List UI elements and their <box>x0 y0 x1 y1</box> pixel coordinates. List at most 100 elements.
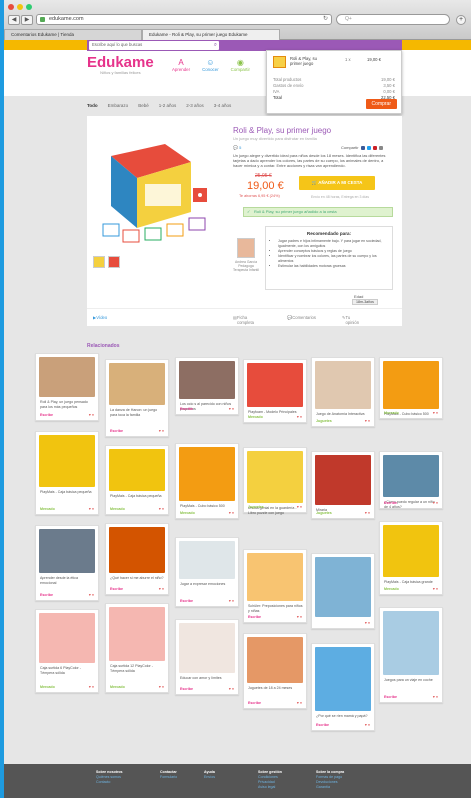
related-card[interactable]: Caja surtida 6 PlayColor - Témpera sólid… <box>35 609 99 693</box>
menu-compartir[interactable]: ◉ Compartir <box>231 58 250 72</box>
related-card-category[interactable]: Mercado <box>110 507 125 511</box>
related-card-category[interactable]: Escribe <box>248 701 261 705</box>
like-icon[interactable]: ♥ ● <box>159 429 164 433</box>
related-card[interactable]: Juguetes de 18 a 24 meses Escribe ♥ ● <box>243 633 307 709</box>
like-icon[interactable]: ♥ ● <box>89 413 94 417</box>
minimize-window-button[interactable] <box>17 4 23 10</box>
like-icon[interactable]: ♥ ● <box>89 593 94 597</box>
footer-link[interactable]: Envíos <box>204 775 215 780</box>
site-search-input[interactable]: Escribe aquí lo que buscas ⌕ <box>89 41 219 50</box>
related-card[interactable]: Un día genial en la guardería - Libro pu… <box>243 447 307 515</box>
related-card[interactable]: Educar con amor y límites Escribe ♥ ● <box>175 619 239 695</box>
related-card[interactable]: ¿Por qué se ríen mamá y papá? Escribe ♥ ● <box>311 643 375 731</box>
checkout-button[interactable]: Comprar <box>365 99 397 109</box>
related-card[interactable]: Miraria Juguetes ♥ ● <box>311 451 375 519</box>
opinion-link[interactable]: ✎ Tu opinión <box>342 315 359 325</box>
like-icon[interactable]: ♥ ● <box>229 511 234 515</box>
related-card[interactable]: PlayMais - Cubo básico 500 Mercado ♥ ● <box>175 443 239 519</box>
comments-count[interactable]: 💬 5 <box>233 145 241 150</box>
like-icon[interactable]: ♥ ● <box>365 621 370 625</box>
like-icon[interactable]: ♥ ● <box>365 723 370 727</box>
filter-1-2[interactable]: 1-2 años <box>159 103 177 108</box>
twitter-icon[interactable] <box>366 145 371 150</box>
browser-search-input[interactable]: Q+ <box>336 14 450 25</box>
like-icon[interactable]: ♥ ● <box>229 407 234 411</box>
filter-bebe[interactable]: Bebé <box>138 103 149 108</box>
related-card[interactable]: La danza de Hanon: un juego para toca la… <box>105 359 169 437</box>
details-link[interactable]: ▤ Ficha completa <box>233 315 254 325</box>
like-icon[interactable]: ♥ ● <box>433 695 438 699</box>
new-tab-button[interactable]: + <box>456 15 466 25</box>
like-icon[interactable]: ♥ ● <box>229 599 234 603</box>
related-card[interactable]: Jugar a expresar emociones Escribe ♥ ● <box>175 537 239 607</box>
related-card-category[interactable]: Escribe <box>40 593 53 597</box>
tab-comments[interactable]: Comentarios Edukame | Tienda <box>4 29 142 40</box>
related-card-category[interactable]: Juguetes <box>316 419 332 423</box>
related-card[interactable]: PlayMais - Caja básica pequeña Mercado ♥ ● <box>35 431 99 515</box>
related-card-category[interactable]: Escribe <box>110 429 123 433</box>
related-card-category[interactable]: Mercado <box>40 507 55 511</box>
related-card[interactable]: Juegos para un viaje en coche Escribe ♥ ● <box>379 607 443 703</box>
related-card[interactable]: ¿Cómo puedo regular a un niño de 4 años?… <box>379 451 443 509</box>
related-card-category[interactable]: Escribe <box>180 407 193 411</box>
footer-link[interactable]: Aviso legal <box>258 785 282 790</box>
footer-link[interactable]: Formulario <box>160 775 177 780</box>
related-card-category[interactable]: Escribe <box>40 413 53 417</box>
like-icon[interactable]: ♥ ● <box>159 587 164 591</box>
tab-product[interactable]: Edukame - Roli & Play, su primer juego E… <box>142 29 280 40</box>
thumb-1[interactable] <box>93 256 105 268</box>
like-icon[interactable]: ♥ ● <box>159 685 164 689</box>
related-card[interactable]: Juego de Anatomía Interactiva Juguetes ♥ ● <box>311 357 375 427</box>
related-card[interactable]: PlayMais - Cubo básico 500 Mercado ♥ ● <box>379 357 443 419</box>
close-window-button[interactable] <box>8 4 14 10</box>
menu-aprender[interactable]: A Aprender <box>172 58 190 72</box>
related-card[interactable]: ♥ ● <box>311 553 375 629</box>
related-card-category[interactable]: Escribe <box>316 723 329 727</box>
like-icon[interactable]: ♥ ● <box>365 511 370 515</box>
filter-2-3[interactable]: 2-3 años <box>186 103 204 108</box>
filter-embarazo[interactable]: Embarazo <box>108 103 129 108</box>
related-card[interactable]: Los ocio s al parecido con niños pequeño… <box>175 357 239 415</box>
like-icon[interactable]: ♥ ● <box>229 687 234 691</box>
url-bar[interactable]: edukame.com ↻ <box>36 14 332 25</box>
like-icon[interactable]: ♥ ● <box>297 505 302 509</box>
footer-link[interactable]: Contacto <box>96 780 123 785</box>
related-card[interactable]: PlayMais - Caja básica grande Mercado ♥ ● <box>379 521 443 595</box>
related-card[interactable]: Playfoam - Modelo Principales Mercado ♥ ● <box>243 359 307 423</box>
search-icon[interactable]: ⌕ <box>214 41 217 49</box>
related-card-category[interactable]: Mercado <box>384 411 399 415</box>
filter-3-4[interactable]: 3-4 años <box>214 103 232 108</box>
like-icon[interactable]: ♥ ● <box>433 587 438 591</box>
related-card-category[interactable]: Mercado <box>248 415 263 419</box>
video-link[interactable]: ▶ Vídeo <box>93 315 107 320</box>
comments-link[interactable]: 💬 Comentarios <box>287 315 316 321</box>
related-card-category[interactable]: Escribe <box>180 599 193 603</box>
related-card-category[interactable]: Escribe <box>248 615 261 619</box>
logo[interactable]: Edukame Niños y familias felices <box>87 54 154 75</box>
facebook-icon[interactable] <box>360 145 365 150</box>
related-card-category[interactable]: Mercado <box>40 685 55 689</box>
related-card-category[interactable]: Escribe <box>110 587 123 591</box>
related-card-category[interactable]: Mercado <box>180 511 195 515</box>
footer-link[interactable]: Garantía <box>316 785 344 790</box>
like-icon[interactable]: ♥ ● <box>297 615 302 619</box>
related-card[interactable]: PlayMais - Caja básica pequeña Mercado ♥ ● <box>105 445 169 515</box>
related-card-category[interactable]: Escribe <box>384 695 397 699</box>
like-icon[interactable]: ♥ ● <box>89 685 94 689</box>
reload-icon[interactable]: ↻ <box>323 15 328 24</box>
like-icon[interactable]: ♥ ● <box>297 415 302 419</box>
related-card-category[interactable]: Escribe <box>180 687 193 691</box>
like-icon[interactable]: ♥ ● <box>365 419 370 423</box>
like-icon[interactable]: ♥ ● <box>433 501 438 505</box>
related-card-category[interactable]: Escribe <box>384 501 397 505</box>
forward-button[interactable]: ▶ <box>21 15 33 25</box>
filter-todo[interactable]: Todo <box>87 103 98 108</box>
email-icon[interactable] <box>378 145 383 150</box>
zoom-window-button[interactable] <box>26 4 32 10</box>
related-card-category[interactable]: Juguetes <box>248 505 264 509</box>
related-card[interactable]: Schüler: Preposiciones para niños y niña… <box>243 549 307 623</box>
like-icon[interactable]: ♥ ● <box>89 507 94 511</box>
back-button[interactable]: ◀ <box>8 15 20 25</box>
related-card[interactable]: Roli & Play, un juego pensado para los m… <box>35 353 99 421</box>
pinterest-icon[interactable] <box>372 145 377 150</box>
